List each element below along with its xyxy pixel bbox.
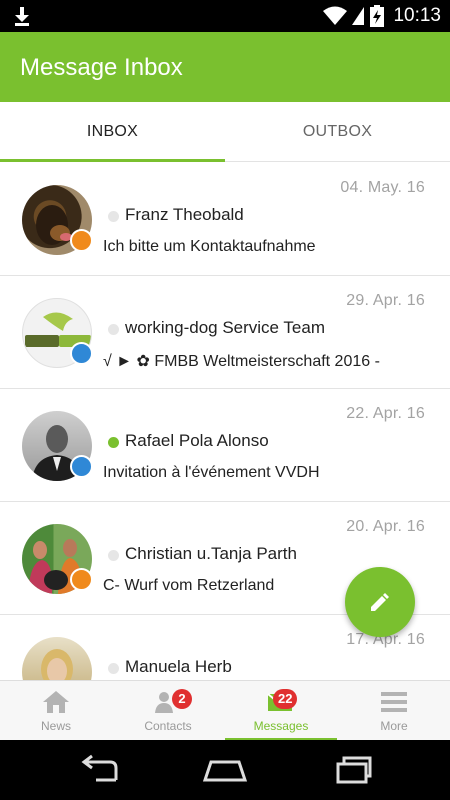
page-title: Message Inbox (20, 54, 183, 81)
signal-icon (352, 7, 364, 25)
status-dot (108, 211, 119, 222)
clock: 10:13 (393, 5, 441, 26)
recent-apps-icon[interactable] (328, 754, 376, 786)
tab-inbox[interactable]: INBOX (0, 102, 225, 162)
download-icon (15, 7, 29, 26)
sender-name: Franz Theobald (125, 205, 244, 224)
dog-badge-icon (70, 455, 93, 478)
status-bar: 10:13 (0, 0, 450, 32)
message-row[interactable]: 22. Apr. 16 Rafael Pola Alonso Invitatio… (0, 389, 450, 502)
house-icon (43, 691, 69, 713)
status-dot (108, 663, 119, 674)
tab-outbox[interactable]: OUTBOX (225, 102, 450, 162)
nav-more[interactable]: More (338, 681, 450, 741)
compose-button[interactable] (345, 567, 415, 637)
online-status-dot (108, 437, 119, 448)
nav-news[interactable]: News (0, 681, 112, 741)
status-dot (108, 324, 119, 335)
message-preview: Invitation à l'événement VVDH (103, 464, 320, 481)
sender-name: Christian u.Tanja Parth (125, 544, 297, 563)
sender-name: Manuela Herb (125, 657, 232, 676)
sender-name: working-dog Service Team (125, 318, 325, 337)
nav-messages[interactable]: 22 Messages (225, 681, 337, 741)
back-icon[interactable] (76, 754, 124, 786)
messages-count-badge: 22 (273, 689, 298, 709)
bottom-navigation: News 2 Contacts 22 Messages More (0, 680, 450, 741)
dog-badge-icon (70, 229, 93, 252)
nav-label: Messages (253, 719, 309, 733)
sender-name: Rafael Pola Alonso (125, 431, 269, 450)
nav-label: Contacts (144, 719, 192, 733)
tab-bar: INBOX OUTBOX (0, 102, 450, 162)
battery-charging-icon (370, 5, 384, 27)
dog-badge-icon (70, 342, 93, 365)
menu-icon (381, 692, 407, 712)
message-preview: √ ► ✿ FMBB Weltmeisterschaft 2016 - (103, 353, 380, 370)
nav-label: More (380, 719, 408, 733)
contacts-count-badge: 2 (172, 689, 192, 709)
home-icon[interactable] (201, 754, 249, 786)
message-row[interactable]: 04. May. 16 Franz Theobald Ich bitte um … (0, 163, 450, 276)
message-date: 29. Apr. 16 (346, 292, 425, 309)
wifi-icon (323, 6, 347, 25)
nav-label: News (40, 719, 71, 733)
message-row[interactable]: 29. Apr. 16 working-dog Service Team √ ►… (0, 276, 450, 389)
pencil-icon (371, 593, 389, 611)
system-navigation-bar (0, 740, 450, 800)
message-preview: Ich bitte um Kontaktaufnahme (103, 238, 316, 255)
avatar (22, 637, 92, 680)
dog-badge-icon (70, 568, 93, 591)
message-date: 20. Apr. 16 (346, 518, 425, 535)
message-date: 22. Apr. 16 (346, 405, 425, 422)
message-date: 04. May. 16 (340, 179, 425, 196)
app-bar: Message Inbox (0, 32, 450, 102)
status-dot (108, 550, 119, 561)
tab-indicator (0, 159, 225, 162)
nav-contacts[interactable]: 2 Contacts (112, 681, 224, 741)
